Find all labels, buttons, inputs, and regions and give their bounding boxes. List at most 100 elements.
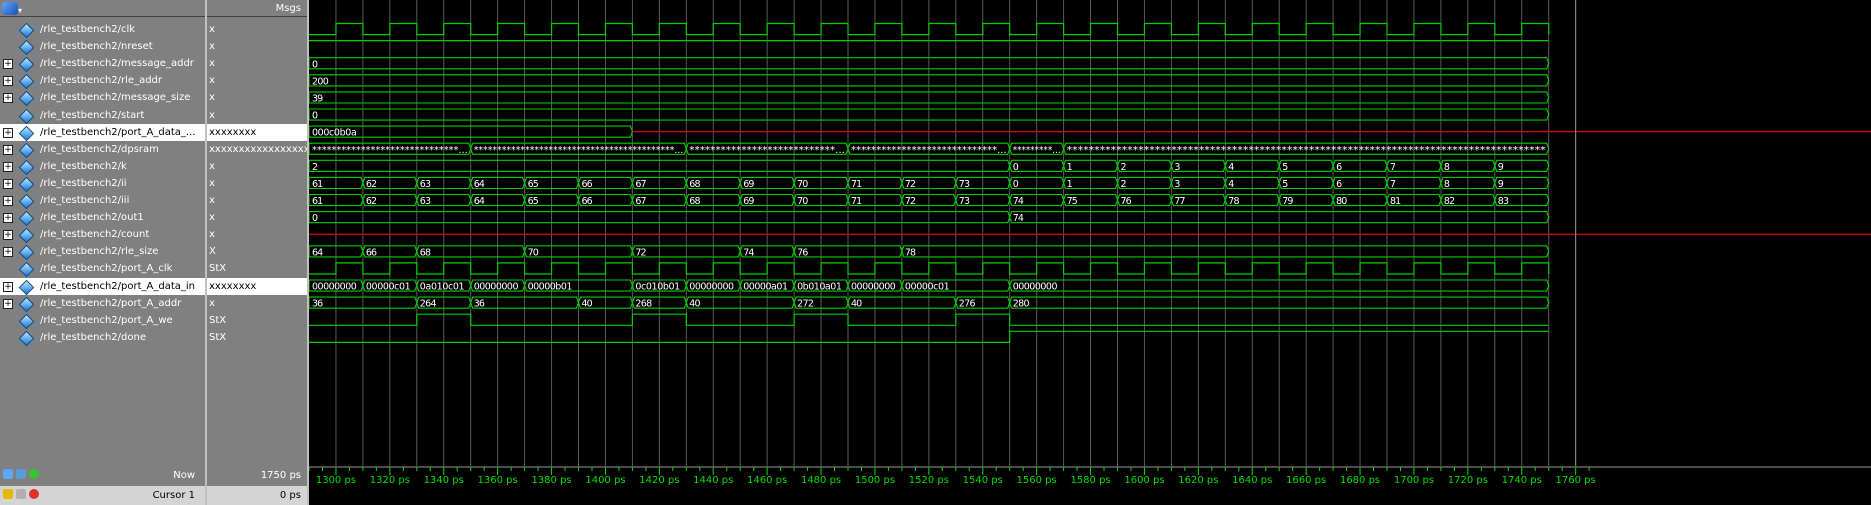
- signal-row[interactable]: /rle_testbench2/done: [0, 329, 205, 347]
- signal-value: x: [209, 297, 215, 309]
- signal-name: /rle_testbench2/message_addr: [40, 58, 194, 70]
- bus-value: 00000000: [851, 282, 896, 293]
- expand-icon[interactable]: +: [3, 298, 13, 309]
- add-icon[interactable]: [29, 469, 39, 479]
- expand-icon[interactable]: +: [3, 144, 13, 155]
- bus-value: 71: [851, 196, 862, 207]
- signal-row[interactable]: /rle_testbench2/start: [0, 107, 205, 124]
- bus-value: 63: [420, 196, 431, 207]
- signal-row[interactable]: + /rle_testbench2/iii: [0, 192, 205, 210]
- cursor-label: Cursor 1: [152, 490, 195, 501]
- signal-name: /rle_testbench2/iii: [40, 195, 130, 206]
- bus-value: 4: [1228, 179, 1234, 190]
- time-ruler[interactable]: 1300 ps 1320 ps 1340 ps 1360 ps 1380 ps 1400 …: [309, 466, 1871, 505]
- lock-icon[interactable]: [3, 489, 13, 499]
- expand-icon[interactable]: +: [3, 196, 13, 206]
- bus-value: 280: [1013, 299, 1030, 310]
- bus-value: 62: [366, 196, 377, 207]
- tool-icon[interactable]: [3, 469, 13, 479]
- signal-row[interactable]: /rle_testbench2/clk: [0, 21, 205, 39]
- signal-row[interactable]: /rle_testbench2/port_A_we: [0, 312, 205, 329]
- signal-icon: [18, 142, 35, 158]
- bus-value: 000c0b0a: [312, 128, 357, 139]
- signal-value: x: [209, 212, 215, 224]
- signal-name: /rle_testbench2/port_A_addr: [40, 297, 182, 309]
- signal-icon: [18, 91, 35, 107]
- signal-row[interactable]: + /rle_testbench2/message_addr: [0, 55, 205, 73]
- edit-icon[interactable]: [16, 489, 26, 499]
- bus-value: 40: [689, 299, 700, 310]
- signal-icon: [18, 313, 35, 329]
- signal-value: x: [209, 92, 215, 104]
- signal-row[interactable]: + /rle_testbench2/k: [0, 158, 205, 176]
- expand-icon[interactable]: +: [3, 76, 13, 87]
- signal-value: StX: [209, 263, 227, 275]
- waveform-canvas[interactable]: 0200390000c0b0a*************************…: [309, 0, 1871, 466]
- expand-icon[interactable]: +: [3, 178, 13, 189]
- chevron-down-icon[interactable]: ▾: [18, 2, 22, 19]
- bus-value: 40: [582, 299, 593, 310]
- expand-icon[interactable]: +: [3, 59, 13, 70]
- bus-value: 0: [312, 111, 318, 122]
- bus-value: *****************************...: [851, 145, 1007, 156]
- bus-value: 83: [1498, 196, 1509, 207]
- signal-row[interactable]: + /rle_testbench2/port_A_data_in: [0, 277, 205, 295]
- time-label: 1440 ps: [693, 475, 733, 486]
- signal-row[interactable]: /rle_testbench2/nreset: [0, 38, 205, 56]
- now-label: Now: [173, 470, 195, 481]
- app-logo-icon[interactable]: [2, 2, 18, 15]
- bus-value: 6: [1336, 179, 1342, 190]
- expand-icon[interactable]: +: [3, 281, 13, 292]
- bus-value: 5: [1282, 179, 1288, 190]
- bus-value: 74: [743, 247, 754, 258]
- bus-value: 77: [1174, 196, 1185, 207]
- bus-value: 76: [797, 247, 808, 258]
- signal-row[interactable]: + /rle_testbench2/rle_size: [0, 243, 205, 261]
- signal-name: /rle_testbench2/ii: [40, 177, 127, 189]
- bus-value: 36: [312, 299, 323, 310]
- expand-icon[interactable]: +: [3, 230, 13, 241]
- expand-icon[interactable]: +: [3, 161, 13, 172]
- bus-value: 0: [312, 213, 318, 224]
- expand-icon[interactable]: +: [3, 213, 13, 224]
- bus-value: 00000c01: [366, 282, 411, 293]
- signal-row[interactable]: + /rle_testbench2/out1: [0, 209, 205, 227]
- time-label: 1520 ps: [909, 475, 949, 486]
- signal-icon: [18, 227, 35, 244]
- expand-icon[interactable]: +: [3, 127, 13, 138]
- bus-value: 67: [635, 196, 646, 207]
- signal-name: /rle_testbench2/port_A_data_...: [40, 126, 196, 138]
- time-label: 1420 ps: [639, 475, 679, 486]
- tool-icon[interactable]: [16, 469, 26, 479]
- signal-value: x: [209, 229, 215, 241]
- bus-value: 6: [1336, 162, 1342, 173]
- bus-value: 72: [635, 247, 646, 258]
- signal-icon: [18, 296, 35, 312]
- bus-value: 78: [905, 247, 916, 258]
- signal-row[interactable]: + /rle_testbench2/ii: [0, 175, 205, 193]
- time-label: 1360 ps: [478, 475, 518, 486]
- signal-row[interactable]: + /rle_testbench2/rle_addr: [0, 72, 205, 90]
- bus-value: ****************************************…: [1067, 145, 1546, 156]
- bus-value: 8: [1444, 162, 1450, 173]
- bus-value: 00000000: [474, 282, 519, 293]
- bus-value: ****************************...: [689, 145, 845, 156]
- signal-row[interactable]: + /rle_testbench2/port_A_data_...: [0, 123, 205, 141]
- bus-value: 0b010a01: [797, 282, 842, 293]
- now-value: 1750 ps: [260, 470, 301, 481]
- delete-icon[interactable]: [29, 489, 39, 499]
- bus-value: 82: [1444, 196, 1455, 207]
- signal-row[interactable]: + /rle_testbench2/count: [0, 226, 205, 244]
- signal-row[interactable]: + /rle_testbench2/message_size: [0, 89, 205, 107]
- signal-row[interactable]: + /rle_testbench2/port_A_addr: [0, 295, 205, 312]
- signal-row[interactable]: /rle_testbench2/port_A_clk: [0, 260, 205, 278]
- signal-row[interactable]: + /rle_testbench2/dpsram: [0, 141, 205, 158]
- status-left: Now Cursor 1: [0, 466, 205, 505]
- bus-value: 63: [420, 179, 431, 190]
- expand-icon[interactable]: +: [3, 93, 13, 104]
- expand-icon[interactable]: +: [3, 247, 13, 258]
- time-label: 1320 ps: [370, 475, 410, 486]
- signal-value: x: [209, 41, 215, 53]
- signal-value: x: [209, 58, 215, 70]
- time-label: 1620 ps: [1178, 475, 1218, 486]
